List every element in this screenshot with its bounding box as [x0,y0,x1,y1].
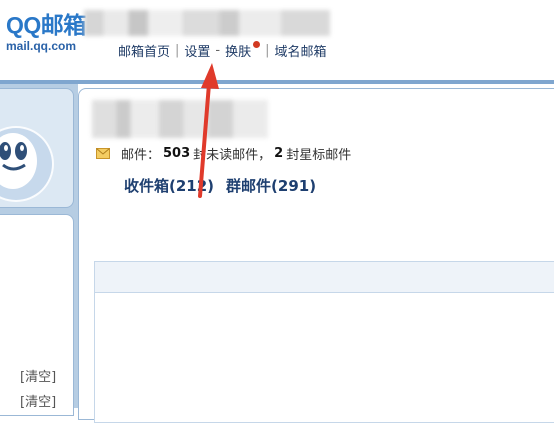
unread-count[interactable]: 503 [163,146,190,161]
profile-panel [0,88,74,208]
blurred-greeting [92,100,268,138]
mail-summary: 邮件： 503 封未读邮件， 2 封星标邮件 [96,144,352,163]
nav-separator: | [265,42,270,58]
nav-domain-mail[interactable]: 域名邮箱 [275,41,327,60]
content-box-header [95,262,554,293]
group-mail-link[interactable]: 群邮件(291) [226,175,316,196]
folder-panel [0,214,74,416]
logo-url: mail.qq.com [6,39,77,53]
header-divider [0,80,554,84]
qqmail-logo[interactable]: QQ邮箱 mail.qq.com [6,12,86,53]
inbox-link[interactable]: 收件箱(212) [124,175,214,196]
qq-penguin-avatar-icon [0,126,54,202]
nav-dash: - [215,42,221,58]
unread-label: 封未读邮件， [193,147,272,163]
folder-shortcuts: 收件箱(212) 群邮件(291) [124,175,316,195]
nav-separator: | [175,42,180,58]
starred-count[interactable]: 2 [274,146,283,161]
notification-dot-icon [253,40,261,48]
clear-folder-link[interactable]: [清空] [20,366,56,385]
nav-mailbox-home[interactable]: 邮箱首页 [118,41,170,60]
top-nav: 邮箱首页 | 设置 - 换肤 | 域名邮箱 [118,40,327,60]
logo-title: QQ邮箱 [6,12,86,38]
summary-prefix: 邮件： [121,147,161,163]
top-header: QQ邮箱 mail.qq.com 邮箱首页 | 设置 - 换肤 | 域名邮箱 [0,0,554,82]
nav-settings[interactable]: 设置 [184,41,210,60]
nav-change-skin[interactable]: 换肤 [225,41,251,60]
starred-label: 封星标邮件 [286,147,352,163]
envelope-icon [96,147,110,159]
blurred-user-info [84,10,330,36]
clear-folder-link[interactable]: [清空] [20,391,56,410]
content-box [94,261,554,423]
